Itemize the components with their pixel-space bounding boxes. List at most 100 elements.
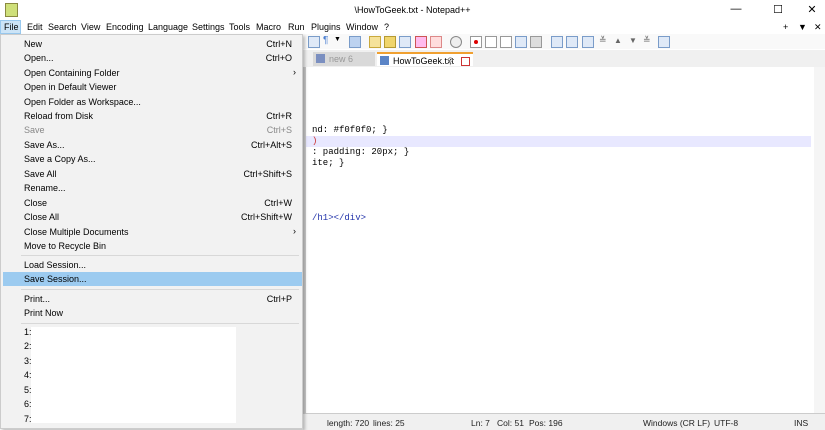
menu-tools[interactable]: Tools [229,22,250,32]
menu-edit[interactable]: Edit [27,22,43,32]
item-shortcut: Ctrl+Shift+S [243,169,292,179]
menu-item-save-copy-as[interactable]: Save a Copy As... [3,152,302,166]
menu-item-print[interactable]: Print... Ctrl+P [3,292,302,306]
tab-new-6[interactable]: new 6 [313,52,375,66]
menu-language[interactable]: Language [148,22,188,32]
sync-icon[interactable] [582,36,594,48]
doc-map-icon[interactable] [384,36,396,48]
folder-icon[interactable] [369,36,381,48]
tab-label: HowToGeek.txt [393,56,455,66]
menu-item-open-containing-folder[interactable]: Open Containing Folder › [3,66,302,80]
monitor-icon[interactable] [430,36,442,48]
item-label: Save As... [24,140,65,150]
menu-item-reload[interactable]: Reload from Disk Ctrl+R [3,109,302,123]
close-tab-icon[interactable] [461,57,470,66]
menu-item-new[interactable]: New Ctrl+N [3,37,302,51]
item-shortcut: Ctrl+P [266,294,292,304]
status-lines: lines: 25 [373,418,405,428]
word-wrap-icon[interactable] [308,36,320,48]
menu-item-save-as[interactable]: Save As... Ctrl+Alt+S [3,138,302,152]
item-shortcut: Ctrl+W [264,198,292,208]
recent-file-5[interactable]: 5: [3,383,302,397]
code-line: : padding: 20px; } [312,147,410,157]
menu-macro[interactable]: Macro [256,22,281,32]
item-label: Print... [24,294,51,304]
menu-search[interactable]: Search [48,22,77,32]
item-label: Print Now [24,308,64,318]
status-mode[interactable]: INS [794,418,808,428]
first-icon[interactable]: ≚ [599,35,607,46]
submenu-arrow-icon: › [293,67,296,77]
menu-help[interactable]: ? [384,22,389,32]
tab-list-dropdown-icon[interactable]: ▼ [798,22,807,32]
save-macro-icon[interactable] [530,36,542,48]
stop-macro-icon[interactable] [485,36,497,48]
status-col: Col: 51 [497,418,524,428]
status-encoding[interactable]: UTF-8 [714,418,738,428]
run-macro-multiple-icon[interactable] [515,36,527,48]
last-icon[interactable]: ≚ [643,35,651,46]
eye-icon[interactable] [450,36,462,48]
minimize-button[interactable]: — [726,3,746,15]
menu-plugins[interactable]: Plugins [311,22,341,32]
menu-window[interactable]: Window [346,22,378,32]
item-label: Rename... [24,183,66,193]
menu-file[interactable]: File [4,22,19,32]
show-all-chars-icon[interactable]: ¶ [323,35,328,46]
menu-item-recycle-bin[interactable]: Move to Recycle Bin [3,239,302,253]
goto-icon[interactable] [551,36,563,48]
recent-file-4[interactable]: 4: [3,368,302,382]
menu-item-print-now[interactable]: Print Now [3,306,302,320]
item-shortcut: Ctrl+O [265,53,292,63]
menu-item-open-folder-workspace[interactable]: Open Folder as Workspace... [3,95,302,109]
maximize-button[interactable]: ☐ [768,3,788,16]
dropdown-arrow-icon[interactable]: ▼ [334,36,341,43]
menu-item-close[interactable]: Close Ctrl+W [3,196,302,210]
menu-item-close-multiple[interactable]: Close Multiple Documents › [3,225,302,239]
indent-guide-icon[interactable] [349,36,361,48]
menu-settings[interactable]: Settings [192,22,225,32]
recent-file-7[interactable]: 7: [3,412,302,426]
tab-howtogeek[interactable]: HowToGeek.txt ⚲ [377,52,473,66]
item-label: Open Folder as Workspace... [24,97,141,107]
pin-icon[interactable]: ⚲ [447,54,454,68]
close-tab-icon[interactable]: ✕ [814,22,822,33]
record-macro-icon[interactable] [470,36,482,48]
next-icon[interactable]: ▼ [629,36,637,45]
status-pos: Pos: 196 [529,418,563,428]
compare-icon[interactable] [566,36,578,48]
item-shortcut: Ctrl+Shift+W [240,212,292,222]
editor[interactable]: nd: #f0f0f0; } ) : padding: 20px; } ite;… [303,67,825,413]
status-eol[interactable]: Windows (CR LF) [643,418,710,428]
prev-icon[interactable]: ▲ [614,36,622,45]
item-label: 3: [24,356,32,366]
menu-item-rename[interactable]: Rename... [3,181,302,195]
menu-separator [21,323,299,324]
new-tab-plus-icon[interactable]: + [783,22,788,32]
menu-item-load-session[interactable]: Load Session... [3,258,302,272]
menu-item-save-all[interactable]: Save All Ctrl+Shift+S [3,167,302,181]
menu-item-save-session[interactable]: Save Session... [3,272,302,286]
code-line: ite; } [312,158,345,168]
item-label: 1: [24,327,32,337]
tab-label: new 6 [329,54,354,64]
function-list-icon[interactable] [399,36,411,48]
current-line-highlight [306,136,811,147]
recent-file-2[interactable]: 2: [3,339,302,353]
vertical-scrollbar[interactable] [814,67,825,413]
menu-item-open-default-viewer[interactable]: Open in Default Viewer [3,80,302,94]
menu-view[interactable]: View [81,22,100,32]
recent-file-1[interactable]: 1: [3,325,302,339]
play-macro-icon[interactable] [500,36,512,48]
menu-item-open[interactable]: Open... Ctrl+O [3,51,302,65]
folder-workspace-icon[interactable] [415,36,427,48]
menu-run[interactable]: Run [288,22,305,32]
recent-file-6[interactable]: 6: [3,397,302,411]
toolbar: ¶ ▼ ≚ ▲ ▼ ≚ [303,34,825,49]
menu-item-save[interactable]: Save Ctrl+S [3,123,302,137]
menu-item-close-all[interactable]: Close All Ctrl+Shift+W [3,210,302,224]
recent-file-3[interactable]: 3: [3,354,302,368]
close-button[interactable]: ✕ [802,3,822,16]
menu-encoding[interactable]: Encoding [106,22,144,32]
panel-icon[interactable] [658,36,670,48]
